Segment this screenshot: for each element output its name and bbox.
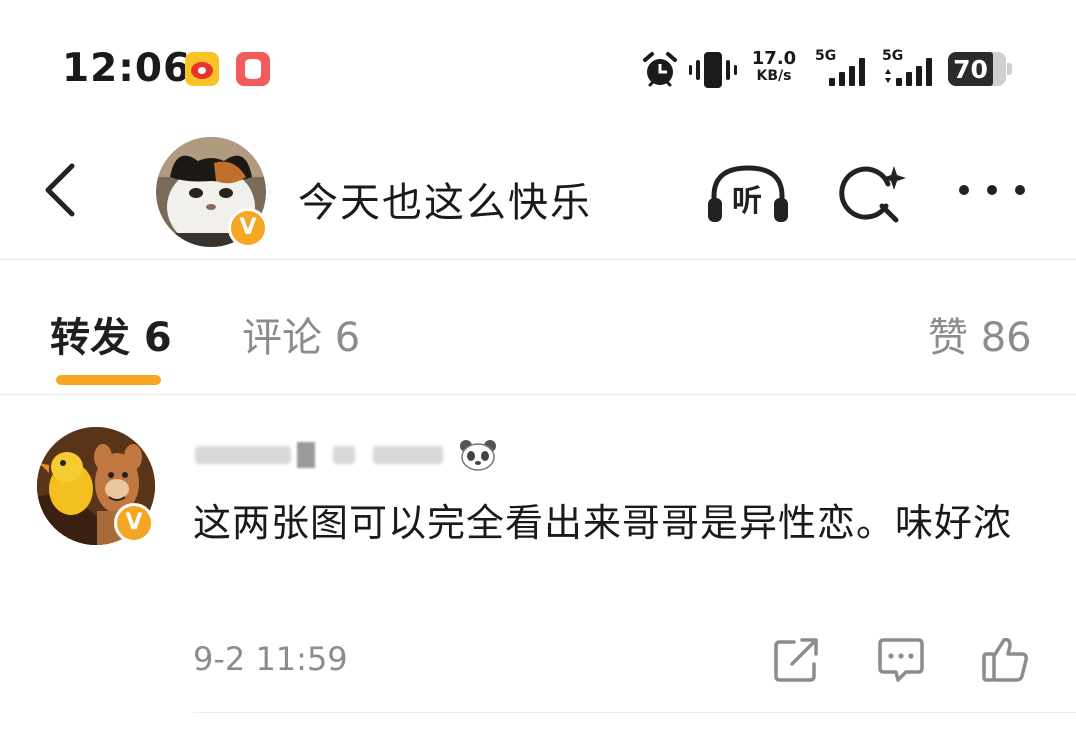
- thumbs-up-icon[interactable]: [980, 634, 1030, 684]
- listen-button[interactable]: 听: [704, 162, 792, 226]
- battery-level: 70: [953, 55, 988, 84]
- commenter-name-redacted[interactable]: [193, 434, 523, 474]
- panda-emoji-icon: [460, 440, 496, 471]
- post-header: V 今天也这么快乐 听: [0, 120, 1076, 260]
- list-item: V 这两张图可以完全看出来哥哥是异性恋。味好浓 9-2 11:59: [0, 396, 1076, 714]
- search-icon[interactable]: [836, 162, 908, 226]
- comment-icon[interactable]: [876, 634, 926, 684]
- alarm-icon: [643, 52, 677, 87]
- network-speed: 17.0 KB/s: [750, 48, 798, 85]
- status-bar: 12:06 17.0 KB/s 5G 5G 70: [0, 0, 1076, 120]
- tab-like[interactable]: 赞 86: [928, 305, 1032, 363]
- back-button[interactable]: [38, 160, 88, 220]
- tab-comment[interactable]: 评论 6: [242, 305, 360, 363]
- signal-icon: 5G: [815, 48, 871, 92]
- comment-text: 这两张图可以完全看出来哥哥是异性恋。味好浓: [193, 501, 1013, 545]
- divider: [193, 712, 1076, 713]
- listen-label: 听: [732, 184, 762, 219]
- more-icon[interactable]: [954, 170, 1030, 210]
- status-time: 12:06: [62, 46, 192, 91]
- battery-icon: 70: [948, 52, 1012, 86]
- database-app-icon: [236, 52, 270, 86]
- tab-bar: 转发 6 评论 6 赞 86: [0, 261, 1076, 395]
- verified-badge: V: [228, 208, 268, 248]
- share-icon[interactable]: [772, 634, 822, 684]
- signal-icon: 5G: [882, 48, 942, 92]
- signal-label: 5G: [815, 48, 837, 64]
- vibrate-icon: [689, 52, 737, 88]
- weibo-app-icon: [185, 52, 219, 86]
- tab-repost[interactable]: 转发 6: [50, 305, 172, 363]
- active-tab-indicator: [56, 375, 161, 385]
- header-title: 今天也这么快乐: [298, 180, 592, 226]
- signal-label: 5G: [882, 48, 904, 64]
- comment-timestamp: 9-2 11:59: [193, 640, 348, 678]
- network-speed-value: 17.0: [751, 48, 797, 69]
- verified-badge: V: [114, 503, 154, 543]
- network-speed-unit: KB/s: [756, 68, 792, 84]
